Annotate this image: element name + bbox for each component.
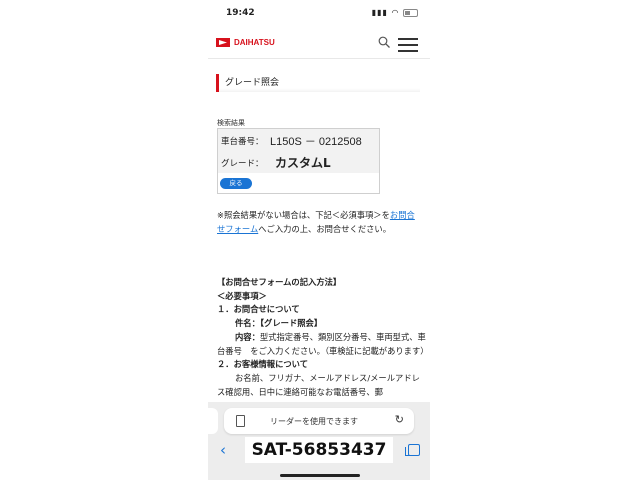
- result-label: 検索結果: [217, 119, 245, 127]
- status-time: 19:42: [226, 8, 255, 18]
- item1-subject: 件名：【グレード照会】: [217, 317, 427, 331]
- site-header: DAIHATSU: [208, 28, 430, 59]
- signal-icon: ▮▮▮: [371, 8, 388, 17]
- note-suffix: へご入力の上、お問合せください。: [258, 224, 392, 234]
- item2-text: お名前、フリガナ、メールアドレス/メールアドレス確認用、日中に連絡可能なお電話番…: [217, 372, 427, 399]
- chassis-label: 車台番号：: [221, 137, 264, 147]
- subject-value: 【グレード照会】: [259, 318, 323, 329]
- no-result-note: ※照会結果がない場合は、下記＜必須事項＞をお問合せフォームへご入力の上、お問合せ…: [217, 208, 422, 236]
- content-label: 内容：: [235, 331, 260, 342]
- howto-title: 【お問合せフォームの記入方法】: [217, 277, 342, 287]
- reload-icon[interactable]: ↻: [395, 413, 404, 426]
- item2-text-body: お名前、フリガナ、メールアドレス/メールアドレス確認用、日中に連絡可能なお電話番…: [217, 372, 420, 397]
- chassis-value: L150S － 0212508: [270, 136, 362, 148]
- section-title: グレード照会: [216, 74, 420, 92]
- search-icon[interactable]: [378, 36, 390, 48]
- item1-content: 内容：型式指定番号、類別区分番号、車両型式、車台番号 をご入力ください。（車検証…: [217, 331, 429, 358]
- overlay-code-label: SAT-56853437: [245, 437, 393, 463]
- battery-icon: [403, 8, 418, 17]
- required-heading: ＜必要事項＞: [217, 290, 267, 301]
- status-bar: 19:42 ▮▮▮ ◠: [208, 0, 430, 28]
- result-table: 車台番号： L150S － 0212508 グレード： カスタムL 戻る: [217, 128, 380, 194]
- tabs-icon[interactable]: [405, 444, 420, 456]
- brand-name[interactable]: DAIHATSU: [234, 38, 275, 47]
- item1-title: １．お問合せについて: [217, 304, 300, 315]
- status-icons: ▮▮▮ ◠: [372, 8, 418, 17]
- wifi-icon: ◠: [391, 8, 400, 17]
- note-prefix: ※照会結果がない場合は、下記＜必須事項＞を: [217, 210, 390, 220]
- result-row-grade: グレード： カスタムL: [218, 151, 379, 173]
- result-row-chassis: 車台番号： L150S － 0212508: [218, 129, 379, 151]
- subject-label: 件名：: [235, 318, 260, 329]
- home-indicator[interactable]: [280, 474, 360, 477]
- reader-doc-icon[interactable]: [236, 415, 245, 427]
- hamburger-menu-icon[interactable]: [398, 35, 418, 52]
- reader-available-text[interactable]: リーダーを使用できます: [270, 416, 358, 427]
- result-row-actions: 戻る: [218, 173, 379, 193]
- back-button[interactable]: 戻る: [220, 178, 252, 189]
- howto-section: 【お問合せフォームの記入方法】 ＜必要事項＞ １．お問合せについて 件名：【グレ…: [217, 276, 429, 399]
- item2-title: ２．お客様情報について: [217, 359, 309, 370]
- grade-label: グレード：: [221, 159, 264, 169]
- phone-screen: 19:42 ▮▮▮ ◠ DAIHATSU グレード照会 検索結果 車台番号： L…: [208, 0, 430, 480]
- browser-toolbar: リーダーを使用できます ↻ ‹ SAT-56853437: [208, 402, 430, 480]
- daihatsu-logo-icon[interactable]: [216, 38, 230, 47]
- grade-value: カスタムL: [275, 156, 331, 170]
- back-nav-icon[interactable]: ‹: [220, 441, 226, 459]
- previous-tab-peek[interactable]: [208, 408, 218, 434]
- reader-mode-bar[interactable]: リーダーを使用できます ↻: [224, 408, 414, 434]
